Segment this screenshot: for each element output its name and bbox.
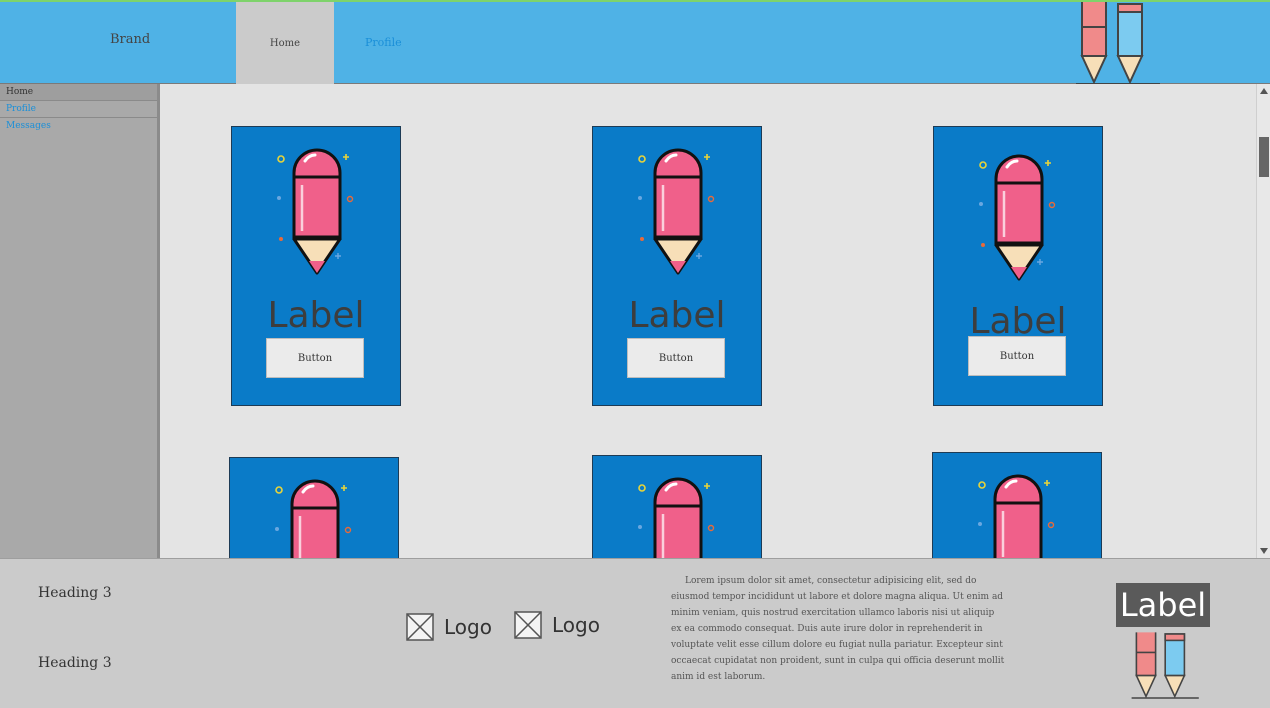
pencil-illustration-icon [633,470,723,558]
pencil-illustration-icon [974,147,1064,282]
sidebar-item-home[interactable]: Home [0,84,157,101]
nav-link-profile[interactable]: Profile [365,36,402,49]
card-button[interactable]: Button [627,338,725,378]
scroll-thumb[interactable] [1259,137,1269,177]
card: Label Button [933,126,1103,406]
sidebar-item-messages[interactable]: Messages [0,118,157,134]
sidebar: Home Profile Messages [0,84,160,558]
card [229,457,399,558]
card-label: Label [628,295,726,336]
footer-logo[interactable]: Logo [406,613,492,641]
card [592,455,762,558]
card-button[interactable]: Button [266,338,364,378]
footer-heading: Heading 3 [38,655,112,671]
card-button[interactable]: Button [968,336,1066,376]
nav-tab-home-label: Home [269,37,301,49]
footer-paragraph: Lorem ipsum dolor sit amet, consectetur … [671,576,1005,682]
image-placeholder-icon [514,611,542,639]
brand-label[interactable]: Brand [110,32,150,47]
pencil-illustration-icon [270,472,360,558]
pencil-illustration-icon [633,141,723,276]
nav-tab-home[interactable]: Home [236,2,334,84]
image-placeholder-icon [406,613,434,641]
footer-label: Label [1116,583,1210,627]
pencils-icon [1074,2,1164,86]
pencils-icon [1130,627,1202,705]
card: Label Button [231,126,401,406]
footer-heading: Heading 3 [38,585,112,601]
scroll-up-icon[interactable] [1260,88,1268,94]
vertical-scrollbar[interactable] [1256,84,1270,558]
logo-text: Logo [552,613,600,637]
card-grid: Label Button Label Button Label Button [163,84,1256,558]
footer: Heading 3 Heading 3 Logo Logo Lorem ipsu… [0,558,1270,708]
card-label: Label [267,295,365,336]
pencil-illustration-icon [973,467,1063,558]
logo-text: Logo [444,615,492,639]
scroll-down-icon[interactable] [1260,548,1268,554]
top-navbar: Brand Home Profile [0,0,1270,84]
footer-logo[interactable]: Logo [514,611,600,639]
card: Label Button [592,126,762,406]
card [932,452,1102,558]
sidebar-item-profile[interactable]: Profile [0,101,157,118]
pencil-illustration-icon [272,141,362,276]
